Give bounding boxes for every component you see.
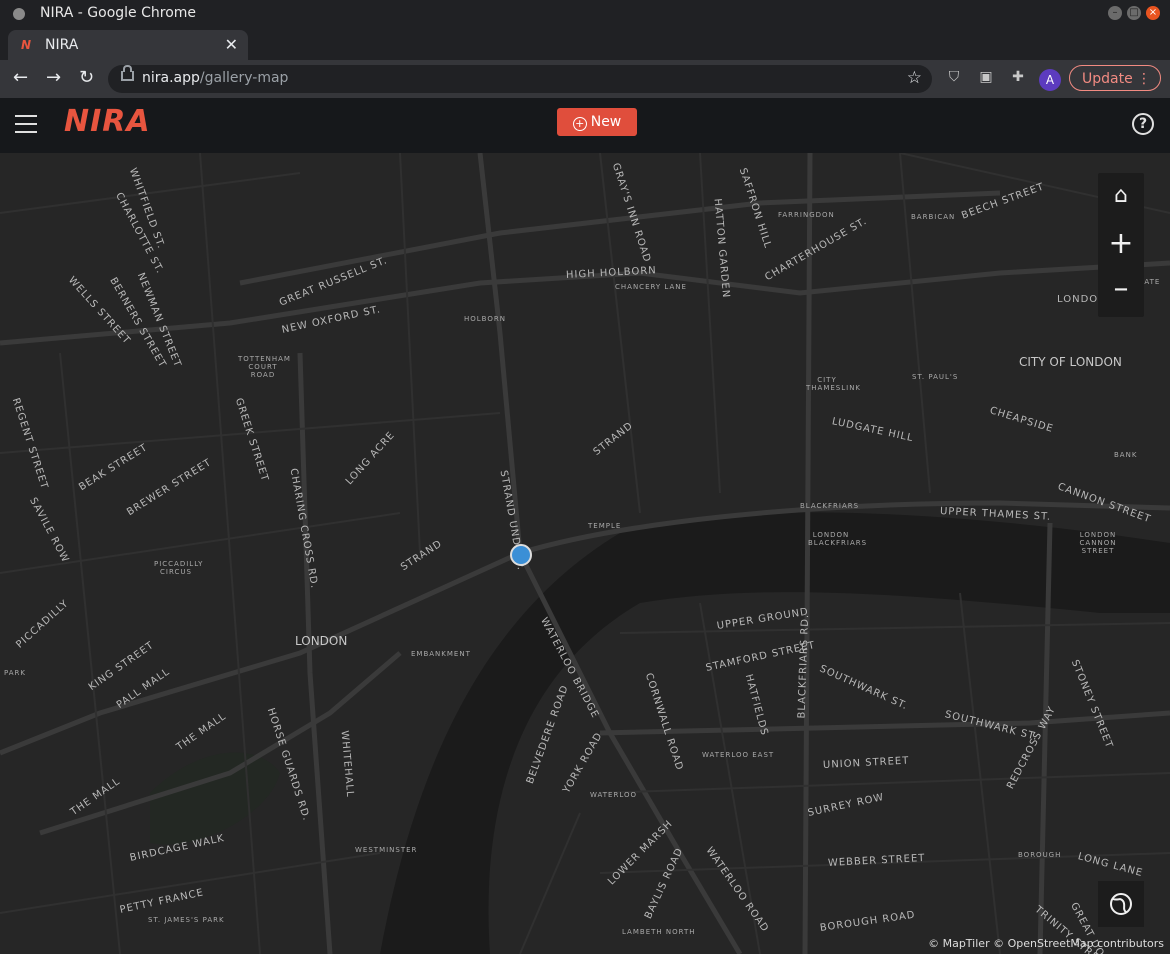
map-label: WESTMINSTER (355, 846, 418, 854)
tab-nira[interactable]: N NIRA ✕ (8, 30, 248, 60)
map-label: TOTTENHAM COURT ROAD (238, 355, 291, 379)
map-label: BARBICAN (911, 213, 956, 221)
new-button[interactable]: + New (557, 108, 637, 136)
map-label: LONDON CANNON STREET (1079, 531, 1117, 555)
window-titlebar: NIRA - Google Chrome – □ × (0, 0, 1170, 28)
browser-toolbar: ← → ↻ nira.app/gallery-map ☆ ⛉ ▣ ✚ A Upd… (0, 60, 1170, 98)
map-controls: ⌂ + – (1098, 173, 1144, 317)
forward-icon[interactable]: → (46, 67, 61, 88)
map-label: BANK (1114, 451, 1138, 459)
map-label: TEMPLE (588, 522, 622, 530)
location-marker[interactable] (510, 544, 532, 566)
nira-logo[interactable]: NIRA (64, 104, 151, 139)
nira-favicon-icon: N (21, 38, 32, 52)
map-label: LAMBETH NORTH (622, 928, 696, 936)
more-menu-icon[interactable]: ⋮ (1137, 66, 1151, 92)
close-tab-icon[interactable]: ✕ (225, 35, 238, 54)
address-bar[interactable]: nira.app/gallery-map ☆ (108, 65, 932, 93)
map-label: BLACKFRIARS (800, 502, 860, 510)
url-text: nira.app/gallery-map (142, 70, 289, 86)
map-label: CITY THAMESLINK (806, 376, 862, 392)
map-label: FARRINGDON (778, 211, 835, 219)
map-label: LONDON (295, 634, 348, 648)
map-label: WATERLOO EAST (702, 751, 775, 759)
window-title: NIRA - Google Chrome (40, 5, 197, 21)
map-label: EMBANKMENT (411, 650, 471, 658)
map-view[interactable]: WHITFIELD ST. CHARLOTTE ST. WELLS STREET… (0, 153, 1170, 954)
app-header: NIRA + New ? (0, 98, 1170, 153)
maximize-icon[interactable]: □ (1127, 6, 1141, 20)
map-attribution[interactable]: © MapTiler © OpenStreetMap contributors (928, 937, 1164, 950)
profile-avatar[interactable]: A (1039, 69, 1061, 91)
back-icon[interactable]: ← (13, 67, 28, 88)
map-label: LONDON BLACKFRIARS (808, 531, 868, 547)
map-label: BOROUGH (1018, 851, 1062, 859)
hamburger-menu-icon[interactable] (15, 115, 37, 133)
tab-strip: N NIRA ✕ + ⌄ (0, 28, 1170, 83)
help-icon[interactable]: ? (1132, 113, 1154, 135)
app-icon (13, 8, 25, 20)
river-thames (380, 512, 1170, 954)
minimize-icon[interactable]: – (1108, 6, 1122, 20)
screen-extension-icon[interactable]: ▣ (978, 69, 994, 85)
reload-icon[interactable]: ↻ (79, 67, 94, 88)
map-label: HOLBORN (464, 315, 506, 323)
zoom-in-icon[interactable]: + (1098, 221, 1144, 267)
map-label: WATERLOO (590, 791, 638, 799)
home-icon[interactable]: ⌂ (1098, 173, 1144, 219)
shield-extension-icon[interactable]: ⛉ (946, 69, 962, 85)
map-label: CHANCERY LANE (615, 283, 687, 291)
update-button[interactable]: Update ⋮ (1069, 65, 1161, 91)
map-label: ST. JAMES'S PARK (148, 916, 225, 924)
globe-icon[interactable] (1098, 881, 1144, 927)
map-label: PICCADILLY CIRCUS (154, 560, 204, 576)
bookmark-star-icon[interactable]: ☆ (907, 68, 922, 88)
st-james-park (150, 752, 280, 845)
map-label: CITY OF LONDON (1019, 355, 1122, 369)
plus-circle-icon: + (572, 117, 587, 131)
map-label: PARK (4, 669, 27, 677)
close-window-icon[interactable]: × (1146, 6, 1160, 20)
map-label: ST. PAUL'S (912, 373, 959, 381)
puzzle-extensions-icon[interactable]: ✚ (1010, 69, 1026, 85)
zoom-out-icon[interactable]: – (1098, 269, 1144, 315)
lock-icon (121, 65, 134, 81)
tab-title: NIRA (45, 37, 79, 53)
